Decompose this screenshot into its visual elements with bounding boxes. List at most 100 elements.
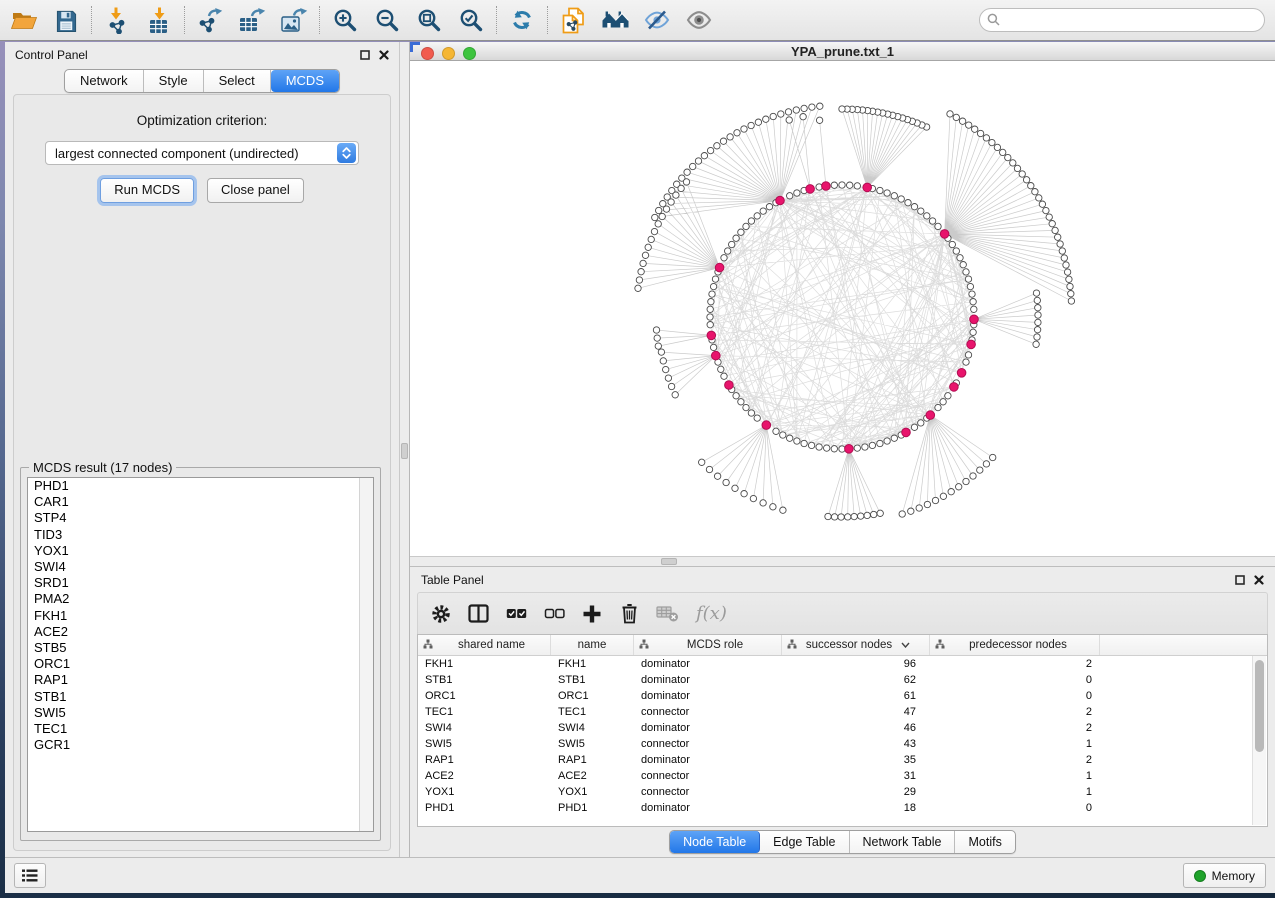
scrollbar-thumb[interactable] [1255,660,1264,752]
cell-shared-name[interactable]: SWI4 [418,722,551,734]
select-all-icon[interactable] [506,603,527,625]
cell-predecessor-nodes[interactable]: 0 [930,802,1100,814]
tab-node-table[interactable]: Node Table [670,831,760,853]
mcds-result-item[interactable]: STB5 [28,640,373,656]
cell-predecessor-nodes[interactable]: 2 [930,706,1100,718]
show-all-icon[interactable] [685,6,713,34]
zoom-selected-icon[interactable] [457,6,485,34]
table-row[interactable]: TEC1TEC1connector472 [418,704,1267,720]
cell-predecessor-nodes[interactable]: 2 [930,754,1100,766]
add-column-icon[interactable] [582,603,602,625]
cell-MCDS-role[interactable]: connector [634,738,782,750]
mcds-result-item[interactable]: SRD1 [28,575,373,591]
cell-MCDS-role[interactable]: dominator [634,754,782,766]
cell-successor-nodes[interactable]: 43 [782,738,930,750]
table-scrollbar[interactable] [1252,656,1266,825]
cell-MCDS-role[interactable]: dominator [634,690,782,702]
task-list-icon[interactable] [14,863,46,888]
export-network-icon[interactable] [196,6,224,34]
cell-predecessor-nodes[interactable]: 0 [930,690,1100,702]
mcds-result-item[interactable]: PMA2 [28,591,373,607]
cell-successor-nodes[interactable]: 61 [782,690,930,702]
zoom-in-icon[interactable] [331,6,359,34]
cell-MCDS-role[interactable]: dominator [634,658,782,670]
split-panel-icon[interactable] [468,603,489,625]
mcds-result-list[interactable]: PHD1CAR1STP4TID3YOX1SWI4SRD1PMA2FKH1ACE2… [27,477,374,832]
cell-name[interactable]: ACE2 [551,770,634,782]
table-row[interactable]: SWI5SWI5connector431 [418,736,1267,752]
mcds-result-item[interactable]: STB1 [28,689,373,705]
run-mcds-button[interactable]: Run MCDS [100,178,194,203]
float-icon[interactable] [360,50,370,60]
column-header-MCDS-role[interactable]: MCDS role [634,635,782,655]
cell-MCDS-role[interactable]: connector [634,706,782,718]
memory-button[interactable]: Memory [1183,863,1266,888]
cell-shared-name[interactable]: YOX1 [418,786,551,798]
mcds-result-item[interactable]: CAR1 [28,494,373,510]
network-canvas[interactable] [410,61,1275,556]
cell-shared-name[interactable]: SWI5 [418,738,551,750]
mcds-list-scrollbar[interactable] [359,478,373,831]
cell-predecessor-nodes[interactable]: 1 [930,770,1100,782]
cell-MCDS-role[interactable]: connector [634,770,782,782]
tab-mcds[interactable]: MCDS [271,70,339,92]
tab-network-table[interactable]: Network Table [850,831,956,853]
close-panel-button[interactable]: Close panel [207,178,304,203]
mcds-result-item[interactable]: SWI4 [28,559,373,575]
window-close-icon[interactable] [421,47,434,60]
column-header-successor-nodes[interactable]: successor nodes [782,635,930,655]
network-graph[interactable] [410,61,1275,551]
splitter-grip[interactable] [401,443,408,459]
open-session-icon[interactable] [10,6,38,34]
first-neighbors-icon[interactable] [601,6,629,34]
cell-successor-nodes[interactable]: 29 [782,786,930,798]
cell-name[interactable]: STB1 [551,674,634,686]
cell-name[interactable]: YOX1 [551,786,634,798]
tab-motifs[interactable]: Motifs [955,831,1014,853]
zoom-fit-icon[interactable] [415,6,443,34]
export-image-icon[interactable] [280,6,308,34]
horizontal-splitter[interactable] [410,556,1275,567]
zoom-out-icon[interactable] [373,6,401,34]
cell-MCDS-role[interactable]: dominator [634,802,782,814]
cell-predecessor-nodes[interactable]: 0 [930,674,1100,686]
cell-successor-nodes[interactable]: 47 [782,706,930,718]
import-table-icon[interactable] [145,6,173,34]
cell-MCDS-role[interactable]: connector [634,786,782,798]
window-zoom-icon[interactable] [463,47,476,60]
deselect-all-icon[interactable] [544,603,565,625]
mcds-result-item[interactable]: TID3 [28,527,373,543]
cell-MCDS-role[interactable]: dominator [634,722,782,734]
float-icon[interactable] [1235,575,1245,585]
cell-predecessor-nodes[interactable]: 1 [930,786,1100,798]
cell-successor-nodes[interactable]: 96 [782,658,930,670]
column-header-name[interactable]: name [551,635,634,655]
cell-name[interactable]: TEC1 [551,706,634,718]
cell-name[interactable]: RAP1 [551,754,634,766]
cell-predecessor-nodes[interactable]: 2 [930,658,1100,670]
table-row[interactable]: RAP1RAP1dominator352 [418,752,1267,768]
cell-name[interactable]: SWI5 [551,738,634,750]
cell-shared-name[interactable]: RAP1 [418,754,551,766]
cell-predecessor-nodes[interactable]: 1 [930,738,1100,750]
close-icon[interactable] [1254,575,1264,585]
cell-name[interactable]: PHD1 [551,802,634,814]
cell-shared-name[interactable]: FKH1 [418,658,551,670]
table-row[interactable]: YOX1YOX1connector291 [418,784,1267,800]
vertical-splitter[interactable] [399,42,410,857]
tab-edge-table[interactable]: Edge Table [760,831,849,853]
refresh-layout-icon[interactable] [508,6,536,34]
mcds-result-item[interactable]: ORC1 [28,656,373,672]
settings-gear-icon[interactable] [431,603,451,625]
tab-network[interactable]: Network [65,70,144,92]
table-row[interactable]: STB1STB1dominator620 [418,672,1267,688]
new-network-from-selection-icon[interactable] [559,6,587,34]
import-network-icon[interactable] [103,6,131,34]
cell-successor-nodes[interactable]: 62 [782,674,930,686]
hide-selected-icon[interactable] [643,6,671,34]
mcds-result-item[interactable]: YOX1 [28,543,373,559]
delete-column-icon[interactable] [619,603,639,625]
cell-shared-name[interactable]: ORC1 [418,690,551,702]
export-table-icon[interactable] [238,6,266,34]
tab-style[interactable]: Style [144,70,204,92]
